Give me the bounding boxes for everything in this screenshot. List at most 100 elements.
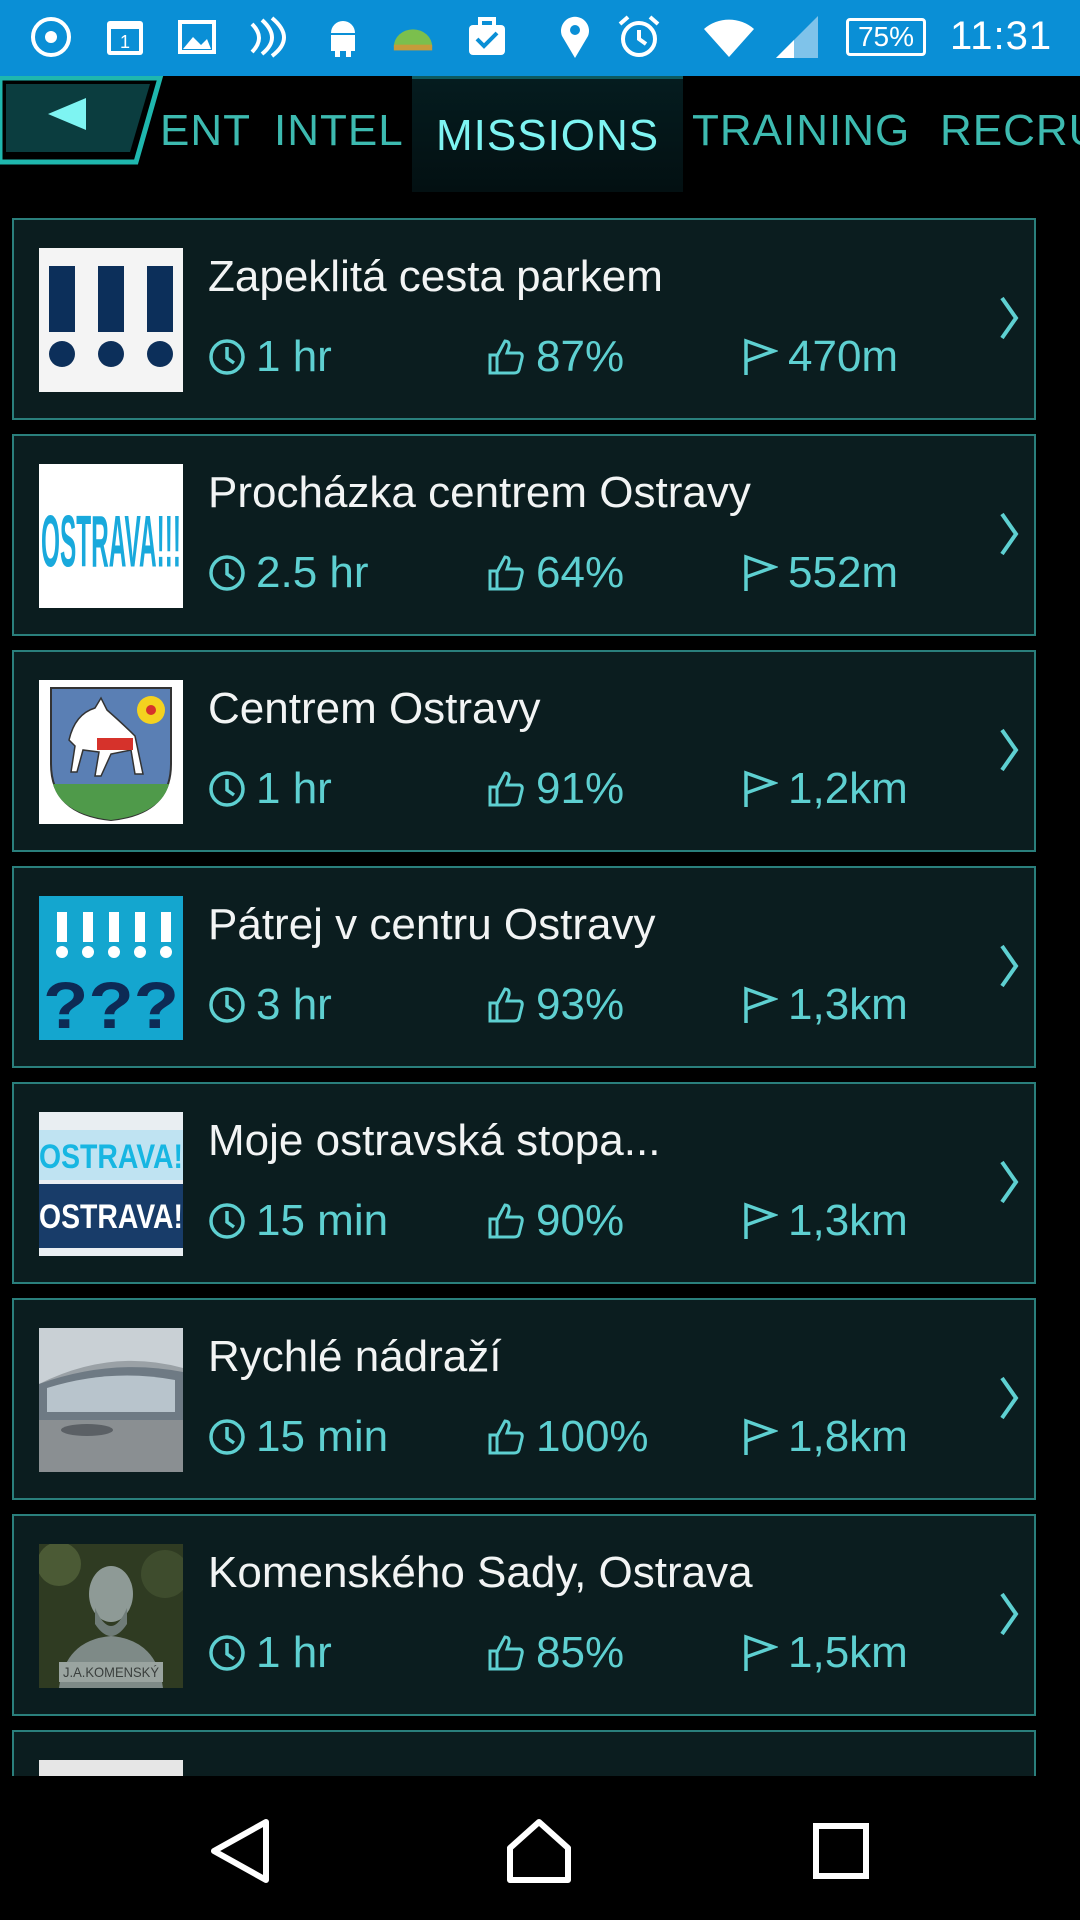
- mission-card[interactable]: OSTRAVA!!! Procházka centrem Ostravy 2.5…: [12, 434, 1036, 636]
- mission-duration: 3 hr: [208, 980, 332, 1030]
- tab-training[interactable]: TRAINING: [692, 106, 910, 156]
- image-icon: [174, 14, 220, 60]
- mission-rating: 93%: [486, 980, 624, 1030]
- mission-distance: 1,2km: [740, 764, 908, 814]
- mission-duration-value: 1 hr: [256, 1628, 332, 1677]
- svg-text:???: ???: [43, 968, 179, 1040]
- clock-icon: [209, 771, 245, 807]
- mission-distance-value: 1,8km: [788, 1412, 908, 1461]
- nav-home-icon[interactable]: [504, 1816, 574, 1886]
- mission-duration: 15 min: [208, 1412, 388, 1462]
- mission-card[interactable]: ??? Pátrej v centru Ostravy 3 hr 93% 1,3…: [12, 866, 1036, 1068]
- thumbs-up-icon: [488, 1203, 524, 1239]
- mission-rating: 91%: [486, 764, 624, 814]
- clock-icon: [209, 339, 245, 375]
- mission-rating: 64%: [486, 548, 624, 598]
- mission-rating-value: 90%: [536, 1196, 625, 1245]
- mission-thumbnail: OSTRAVA! OSTRAVA!: [39, 1112, 183, 1256]
- mission-title: Zapeklitá cesta parkem: [208, 252, 663, 301]
- mission-title: Procházka centrem Ostravy: [208, 468, 751, 517]
- mission-card[interactable]: Zapeklitá cesta parkem 1 hr 87% 470m: [12, 218, 1036, 420]
- mission-title: Komenského Sady, Ostrava: [208, 1548, 753, 1597]
- mission-card[interactable]: Rychlé nádraží 15 min 100% 1,8km: [12, 1298, 1036, 1500]
- mission-duration: 1 hr: [208, 764, 332, 814]
- mission-duration-value: 3 hr: [256, 980, 332, 1029]
- mission-title: Centrem Ostravy: [208, 684, 541, 733]
- svg-text:OSTRAVA!!!: OSTRAVA!!!: [41, 500, 181, 583]
- svg-text:J.A.KOMENSKÝ: J.A.KOMENSKÝ: [63, 1664, 160, 1680]
- weather-icon: [390, 14, 436, 60]
- clock-icon: [209, 1203, 245, 1239]
- chat-icon: [28, 14, 74, 60]
- chevron-right-icon: [1000, 296, 1019, 340]
- tab-bar: ENT INTEL MISSIONS TRAINING RECRU: [0, 76, 1080, 194]
- mission-rating: 87%: [486, 332, 624, 382]
- thumbs-up-icon: [488, 339, 524, 375]
- clock-icon: [209, 555, 245, 591]
- mission-duration-value: 1 hr: [256, 764, 332, 813]
- chevron-right-icon: [1000, 1592, 1019, 1636]
- tab-intel[interactable]: INTEL: [274, 106, 404, 156]
- mission-rating-value: 87%: [536, 332, 625, 381]
- flag-icon: [744, 1418, 778, 1455]
- mission-rating: 90%: [486, 1196, 624, 1246]
- svg-text:1: 1: [120, 32, 130, 52]
- tab-ent[interactable]: ENT: [160, 106, 251, 156]
- mission-duration: 15 min: [208, 1196, 388, 1246]
- mission-distance: 470m: [740, 332, 898, 382]
- clock-icon: [209, 987, 245, 1023]
- mission-list[interactable]: Zapeklitá cesta parkem 1 hr 87% 470m OST…: [0, 194, 1080, 1776]
- mission-distance-value: 1,3km: [788, 1196, 908, 1245]
- mission-thumbnail: OSTRAVA!!!: [39, 464, 183, 608]
- mission-rating-value: 100%: [536, 1412, 649, 1461]
- clock: 11:31: [950, 14, 1053, 58]
- mission-rating-value: 93%: [536, 980, 625, 1029]
- location-icon: [552, 14, 598, 60]
- status-bar: 1 75% 11:31: [0, 0, 1080, 76]
- mission-distance-value: 1,3km: [788, 980, 908, 1029]
- mission-distance: 1,8km: [740, 1412, 908, 1462]
- thumbs-up-icon: [488, 555, 524, 591]
- mission-card[interactable]: OSTRAVA! OSTRAVA! Moje ostravská stopa..…: [12, 1082, 1036, 1284]
- mission-distance-value: 552m: [788, 548, 899, 597]
- mission-distance: 1,3km: [740, 980, 908, 1030]
- mission-card[interactable]: Centrem Ostravy 1 hr 91% 1,2km: [12, 650, 1036, 852]
- nav-back-icon[interactable]: [206, 1816, 276, 1886]
- mission-distance-value: 1,2km: [788, 764, 908, 813]
- tab-recruit[interactable]: RECRU: [940, 106, 1080, 156]
- signal-icon: [774, 14, 820, 60]
- wifi-icon: [702, 14, 756, 60]
- mission-duration-value: 15 min: [256, 1412, 389, 1461]
- flag-icon: [744, 1202, 778, 1239]
- mission-rating: 85%: [486, 1628, 624, 1678]
- mission-title: Rychlé nádraží: [208, 1332, 502, 1381]
- chevron-right-icon: [1000, 1160, 1019, 1204]
- thumbs-up-icon: [488, 771, 524, 807]
- android-icon: [320, 14, 366, 60]
- mission-rating-value: 64%: [536, 548, 625, 597]
- mission-duration: 2.5 hr: [208, 548, 369, 598]
- mission-card[interactable]: [12, 1730, 1036, 1776]
- chevron-right-icon: [1000, 1376, 1019, 1420]
- nav-recents-icon[interactable]: [806, 1816, 876, 1886]
- chevron-right-icon: [1000, 944, 1019, 988]
- mission-distance-value: 470m: [788, 332, 899, 381]
- flag-icon: [744, 554, 778, 591]
- thumbs-up-icon: [488, 1635, 524, 1671]
- mission-title: Moje ostravská stopa...: [208, 1116, 661, 1165]
- mission-title: Pátrej v centru Ostravy: [208, 900, 656, 949]
- clock-icon: [209, 1419, 245, 1455]
- mission-card[interactable]: J.A.KOMENSKÝ Komenského Sady, Ostrava 1 …: [12, 1514, 1036, 1716]
- navigation-bar: [0, 1776, 1080, 1920]
- mission-distance: 1,5km: [740, 1628, 908, 1678]
- svg-text:OSTRAVA!: OSTRAVA!: [39, 1198, 183, 1236]
- nfc-icon: [244, 14, 290, 60]
- mission-thumbnail: J.A.KOMENSKÝ: [39, 1544, 183, 1688]
- battery-indicator: 75%: [846, 18, 926, 56]
- calendar-icon: 1: [102, 14, 148, 60]
- flag-icon: [744, 986, 778, 1023]
- chevron-right-icon: [1000, 728, 1019, 772]
- flag-icon: [744, 770, 778, 807]
- tab-missions[interactable]: MISSIONS: [412, 76, 684, 192]
- back-button[interactable]: [0, 76, 165, 166]
